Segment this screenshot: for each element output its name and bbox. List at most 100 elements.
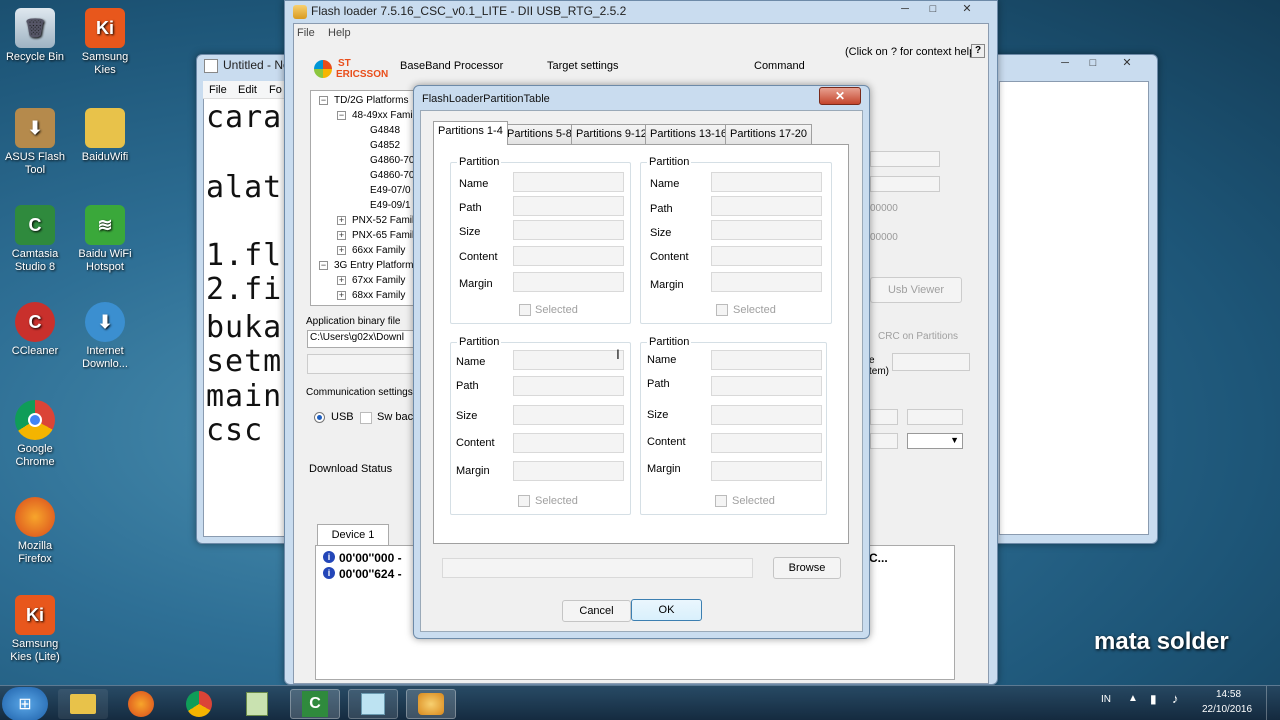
language-indicator[interactable]: IN	[1101, 694, 1111, 705]
tree-collapse-icon[interactable]: −	[337, 111, 346, 120]
notepad-menu-file[interactable]: File	[209, 84, 227, 96]
desktop-icon-label: Internet Downlo...	[82, 345, 128, 370]
usb-label: USB	[331, 411, 354, 423]
clock-time[interactable]: 14:58	[1216, 689, 1241, 700]
taskbar-explorer[interactable]	[58, 689, 108, 719]
desktop-icon-ccleaner[interactable]: C CCleaner	[0, 302, 70, 358]
tab-partitions-9-12[interactable]: Partitions 9-12	[571, 124, 652, 144]
chrome-icon	[186, 691, 212, 717]
tab-partitions-1-4[interactable]: Partitions 1-4	[433, 121, 508, 145]
platform-tree[interactable]	[310, 90, 414, 306]
tree-item[interactable]: PNX-65 Famil	[352, 230, 414, 241]
sw-back-checkbox[interactable]	[360, 412, 372, 424]
tree-item[interactable]: TD/2G Platforms	[334, 95, 408, 106]
desktop-icon-samsung-kies-lite[interactable]: Ki Samsung Kies (Lite)	[0, 595, 70, 664]
tree-item[interactable]: E49-09/1	[370, 200, 411, 211]
folder-icon	[85, 108, 125, 148]
tree-item[interactable]: 66xx Family	[352, 245, 405, 256]
command-label: Command	[754, 60, 805, 72]
tab-partitions-13-16[interactable]: Partitions 13-16	[645, 124, 733, 144]
app-binary-field[interactable]: C:\Users\g02x\Downl	[307, 330, 415, 348]
tree-expand-icon[interactable]: +	[337, 246, 346, 255]
tree-item[interactable]: G4860-70	[370, 155, 414, 166]
tree-item[interactable]: 48-49xx Famili	[352, 110, 417, 121]
desktop-icon-google-chrome[interactable]: Google Chrome	[0, 400, 70, 469]
recycle-bin-icon: 🗑	[15, 8, 55, 48]
close-icon[interactable]: ✕	[951, 1, 983, 19]
notepad-menu-format[interactable]: Fo	[269, 84, 282, 96]
tray-expand-icon[interactable]: ▲	[1128, 693, 1138, 704]
tree-collapse-icon[interactable]: −	[319, 261, 328, 270]
tree-expand-icon[interactable]: +	[337, 231, 346, 240]
tree-item[interactable]: 68xx Family	[352, 290, 405, 301]
usb-radio[interactable]	[314, 412, 325, 423]
tree-expand-icon[interactable]: +	[337, 216, 346, 225]
baseband-label: BaseBand Processor	[400, 60, 504, 72]
usb-viewer-button[interactable]: Usb Viewer	[870, 277, 962, 303]
folder-icon	[70, 694, 96, 714]
tree-item[interactable]: PNX-52 Famil	[352, 215, 414, 226]
desktop-icon-samsung-kies[interactable]: Ki Samsung Kies	[70, 8, 140, 77]
start-button[interactable]: ⊞	[2, 687, 48, 720]
close-icon[interactable]: ✕	[1109, 55, 1145, 73]
minimize-icon[interactable]: ─	[1053, 55, 1077, 73]
notepad-text-line: main	[206, 379, 283, 414]
menu-file[interactable]: File	[297, 27, 315, 39]
tree-item[interactable]: G4852	[370, 140, 400, 151]
desktop-icon-camtasia[interactable]: C Camtasia Studio 8	[0, 205, 70, 274]
dialog-close-icon[interactable]: ✕	[819, 87, 861, 105]
browse-button[interactable]: Browse	[773, 557, 841, 579]
help-icon[interactable]: ?	[971, 44, 985, 58]
desktop-icon-label: Recycle Bin	[5, 51, 65, 63]
desktop-icon-label: Samsung Kies	[81, 51, 129, 76]
tree-collapse-icon[interactable]: −	[319, 96, 328, 105]
desktop-icon-label: ASUS Flash Tool	[5, 151, 65, 176]
taskbar-notepad[interactable]	[348, 689, 398, 719]
desktop-icon-mozilla-firefox[interactable]: Mozilla Firefox	[0, 497, 70, 566]
ok-button[interactable]: OK	[631, 599, 702, 621]
show-desktop-button[interactable]	[1266, 686, 1280, 720]
tab-partitions-5-8[interactable]: Partitions 5-8	[502, 124, 577, 144]
tab-partitions-17-20[interactable]: Partitions 17-20	[725, 124, 813, 144]
kies-icon: Ki	[85, 8, 125, 48]
st-ericsson-logo: ST ERICSSON	[314, 56, 388, 84]
notepad-text-line: 2.fi	[206, 272, 283, 307]
clock-date[interactable]: 22/10/2016	[1202, 704, 1252, 715]
taskbar-app[interactable]	[232, 689, 282, 719]
watermark-text: mata solder	[1094, 628, 1229, 655]
tree-item[interactable]: 67xx Family	[352, 275, 405, 286]
tree-item[interactable]: E49-07/0	[370, 185, 411, 196]
minimize-icon[interactable]: ─	[893, 1, 917, 19]
combo-box[interactable]: ▼	[907, 433, 963, 449]
device-tab[interactable]: Device 1	[317, 524, 389, 546]
desktop-icon-asus-flash-tool[interactable]: ⬇ ASUS Flash Tool	[0, 108, 70, 177]
network-icon[interactable]: ▮	[1150, 692, 1157, 706]
app-binary-extra-field	[307, 354, 415, 374]
download-status-label: Download Status	[309, 463, 393, 475]
notepad-menu-edit[interactable]: Edit	[238, 84, 257, 96]
tree-expand-icon[interactable]: +	[337, 291, 346, 300]
desktop-icon-baidu-wifi-hotspot[interactable]: ≋ Baidu WiFi Hotspot	[70, 205, 140, 274]
cancel-button[interactable]: Cancel	[562, 600, 631, 622]
maximize-icon[interactable]: □	[1081, 55, 1105, 73]
desktop-icon-baiduwifi[interactable]: BaiduWifi	[70, 108, 140, 164]
tree-item[interactable]: G4860-70	[370, 170, 414, 181]
maximize-icon[interactable]: □	[921, 1, 945, 19]
disabled-combo	[907, 409, 963, 425]
menu-help[interactable]: Help	[328, 27, 351, 39]
windows-logo-icon: ⊞	[18, 696, 32, 713]
notepad-icon	[361, 693, 385, 715]
tree-item[interactable]: 3G Entry Platform	[334, 260, 413, 271]
taskbar-camtasia[interactable]: C	[290, 689, 340, 719]
desktop-icon-recycle-bin[interactable]: 🗑 Recycle Bin	[0, 8, 70, 64]
disabled-combo	[892, 353, 970, 371]
taskbar-flashloader[interactable]	[406, 689, 456, 719]
taskbar-firefox[interactable]	[116, 689, 166, 719]
desktop-icon-label: Camtasia Studio 8	[11, 248, 59, 273]
asus-flash-tool-icon: ⬇	[15, 108, 55, 148]
volume-icon[interactable]: ♪	[1172, 691, 1179, 706]
taskbar-chrome[interactable]	[174, 689, 224, 719]
tree-item[interactable]: G4848	[370, 125, 400, 136]
tree-expand-icon[interactable]: +	[337, 276, 346, 285]
desktop-icon-internet-download-manager[interactable]: ⬇ Internet Downlo...	[70, 302, 140, 371]
